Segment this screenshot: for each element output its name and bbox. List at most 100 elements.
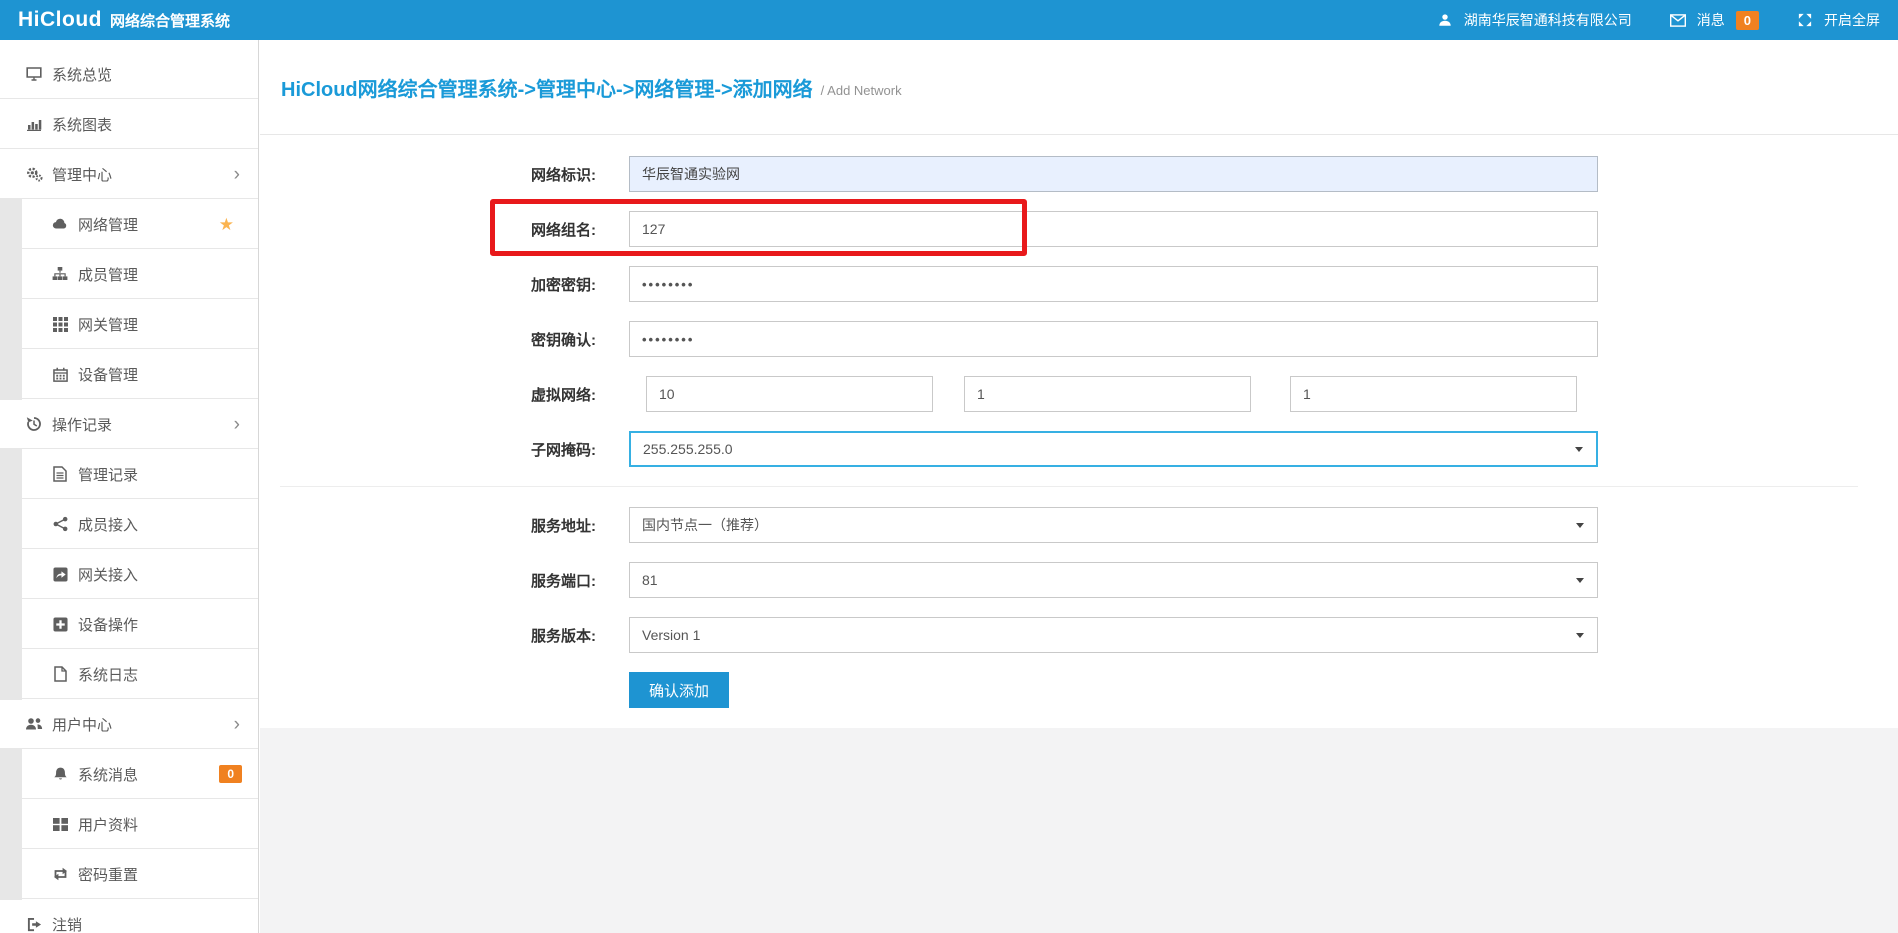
virtual-network-input-2[interactable] bbox=[964, 376, 1251, 412]
form-row-subnet-mask: 子网掩码: 255.255.255.0 bbox=[260, 431, 1898, 467]
server-port-value: 81 bbox=[642, 572, 658, 588]
sign-out-icon bbox=[22, 917, 46, 932]
brand-logo[interactable]: HiCloud 网络综合管理系统 bbox=[18, 8, 230, 32]
network-id-input[interactable] bbox=[629, 156, 1598, 192]
chevron-right-icon: › bbox=[234, 415, 240, 434]
history-icon bbox=[22, 416, 46, 432]
file-text-icon bbox=[48, 466, 72, 482]
sidebar-item-gateway-management[interactable]: 网关管理 bbox=[0, 299, 258, 349]
main-content: HiCloud网络综合管理系统->管理中心->网络管理->添加网络 / Add … bbox=[260, 40, 1898, 933]
grid-icon bbox=[48, 317, 72, 332]
form-row-network-id: 网络标识: bbox=[260, 156, 1898, 192]
topbar: HiCloud 网络综合管理系统 湖南华辰智通科技有限公司 消息 0 bbox=[0, 0, 1898, 40]
share-square-icon bbox=[48, 567, 72, 582]
key-confirm-input[interactable] bbox=[629, 321, 1598, 357]
bar-chart-icon bbox=[22, 116, 46, 132]
company-name: 湖南华辰智通科技有限公司 bbox=[1464, 10, 1632, 30]
subnet-mask-label: 子网掩码: bbox=[260, 439, 629, 460]
form-row-encryption-key: 加密密钥: bbox=[260, 266, 1898, 302]
sidebar-item-system-overview[interactable]: 系统总览 bbox=[0, 49, 258, 99]
sidebar-item-gateway-access[interactable]: 网关接入 bbox=[0, 549, 258, 599]
chevron-right-icon: › bbox=[234, 715, 240, 734]
sitemap-icon bbox=[48, 266, 72, 282]
messages-menu[interactable]: 消息 0 bbox=[1666, 10, 1759, 30]
star-icon: ★ bbox=[219, 216, 234, 233]
sidebar-item-network-management[interactable]: 网络管理 ★ bbox=[0, 199, 258, 249]
sidebar-item-management-center[interactable]: 管理中心 › bbox=[0, 149, 258, 199]
envelope-icon bbox=[1666, 14, 1690, 27]
server-port-label: 服务端口: bbox=[260, 570, 629, 591]
breadcrumb: HiCloud网络综合管理系统->管理中心->网络管理->添加网络 / Add … bbox=[260, 40, 1898, 135]
server-address-select[interactable]: 国内节点一（推荐） bbox=[629, 507, 1598, 543]
sidebar-item-user-profile[interactable]: 用户资料 bbox=[0, 799, 258, 849]
sidebar-item-operation-records[interactable]: 操作记录 › bbox=[0, 399, 258, 449]
fullscreen-button[interactable]: 开启全屏 bbox=[1793, 10, 1880, 30]
messages-count-badge: 0 bbox=[1736, 11, 1759, 30]
form-row-key-confirm: 密钥确认: bbox=[260, 321, 1898, 357]
server-port-select[interactable]: 81 bbox=[629, 562, 1598, 598]
cloud-icon bbox=[48, 216, 72, 232]
chevron-right-icon: › bbox=[234, 165, 240, 184]
app-window: HiCloud 网络综合管理系统 湖南华辰智通科技有限公司 消息 0 bbox=[0, 0, 1898, 933]
user-icon bbox=[1433, 13, 1457, 27]
sidebar-item-system-charts[interactable]: 系统图表 bbox=[0, 99, 258, 149]
form-row-server-address: 服务地址: 国内节点一（推荐） bbox=[260, 507, 1898, 543]
virtual-network-input-3[interactable] bbox=[1290, 376, 1577, 412]
sidebar-item-member-management[interactable]: 成员管理 bbox=[0, 249, 258, 299]
group-name-input[interactable] bbox=[629, 211, 1598, 247]
sidebar-item-system-messages[interactable]: 系统消息 0 bbox=[0, 749, 258, 799]
form-row-group-name: 网络组名: bbox=[260, 211, 1898, 247]
confirm-add-button[interactable]: 确认添加 bbox=[629, 672, 729, 708]
server-version-select[interactable]: Version 1 bbox=[629, 617, 1598, 653]
users-icon bbox=[22, 716, 46, 732]
sidebar-item-password-reset[interactable]: 密码重置 bbox=[0, 849, 258, 899]
file-icon bbox=[48, 666, 72, 682]
brand-name: HiCloud bbox=[18, 8, 102, 32]
sidebar-item-device-management[interactable]: 设备管理 bbox=[0, 349, 258, 399]
sidebar-item-member-access[interactable]: 成员接入 bbox=[0, 499, 258, 549]
fullscreen-label: 开启全屏 bbox=[1824, 10, 1880, 30]
page-background bbox=[260, 728, 1898, 933]
brand-suffix: 网络综合管理系统 bbox=[110, 10, 230, 31]
subnet-mask-value: 255.255.255.0 bbox=[643, 441, 733, 457]
server-address-value: 国内节点一（推荐） bbox=[642, 515, 768, 535]
server-version-value: Version 1 bbox=[642, 627, 700, 643]
sidebar-item-device-operations[interactable]: 设备操作 bbox=[0, 599, 258, 649]
dropdown-caret-icon bbox=[1575, 447, 1583, 452]
sidebar-item-system-logs[interactable]: 系统日志 bbox=[0, 649, 258, 699]
bell-icon bbox=[48, 766, 72, 782]
dropdown-caret-icon bbox=[1576, 578, 1584, 583]
key-confirm-label: 密钥确认: bbox=[260, 329, 629, 350]
messages-label: 消息 bbox=[1697, 10, 1725, 30]
virtual-network-input-1[interactable] bbox=[646, 376, 933, 412]
calendar-icon bbox=[48, 367, 72, 382]
dropdown-caret-icon bbox=[1576, 633, 1584, 638]
desktop-icon bbox=[22, 66, 46, 82]
subnet-mask-select[interactable]: 255.255.255.0 bbox=[629, 431, 1598, 467]
dropdown-caret-icon bbox=[1576, 523, 1584, 528]
fullscreen-icon bbox=[1793, 13, 1817, 27]
retweet-icon bbox=[48, 867, 72, 881]
system-messages-badge: 0 bbox=[219, 765, 242, 783]
encryption-key-input[interactable] bbox=[629, 266, 1598, 302]
gears-icon bbox=[22, 166, 46, 182]
company-menu[interactable]: 湖南华辰智通科技有限公司 bbox=[1433, 10, 1632, 30]
virtual-network-label: 虚拟网络: bbox=[260, 384, 629, 405]
sidebar-item-management-records[interactable]: 管理记录 bbox=[0, 449, 258, 499]
group-name-label: 网络组名: bbox=[260, 219, 629, 240]
sidebar-item-user-center[interactable]: 用户中心 › bbox=[0, 699, 258, 749]
sidebar-item-logout[interactable]: 注销 bbox=[0, 899, 258, 933]
server-version-label: 服务版本: bbox=[260, 625, 629, 646]
share-icon bbox=[48, 516, 72, 532]
form-row-virtual-network: 虚拟网络: bbox=[260, 376, 1898, 412]
form-row-server-version: 服务版本: Version 1 bbox=[260, 617, 1898, 653]
form-divider bbox=[280, 486, 1858, 487]
breadcrumb-suffix: / Add Network bbox=[821, 77, 902, 98]
th-large-icon bbox=[48, 817, 72, 832]
sidebar-nav: 系统总览 系统图表 管理中心 › 网络管理 ★ 成员管理 bbox=[0, 40, 259, 933]
breadcrumb-path[interactable]: HiCloud网络综合管理系统->管理中心->网络管理->添加网络 bbox=[281, 73, 813, 102]
form-row-server-port: 服务端口: 81 bbox=[260, 562, 1898, 598]
topbar-right: 湖南华辰智通科技有限公司 消息 0 开启全屏 bbox=[1433, 10, 1880, 30]
add-network-form: 网络标识: 网络组名: 加密密钥: 密钥确认: 虚拟网络: bbox=[260, 135, 1898, 728]
network-id-label: 网络标识: bbox=[260, 164, 629, 185]
